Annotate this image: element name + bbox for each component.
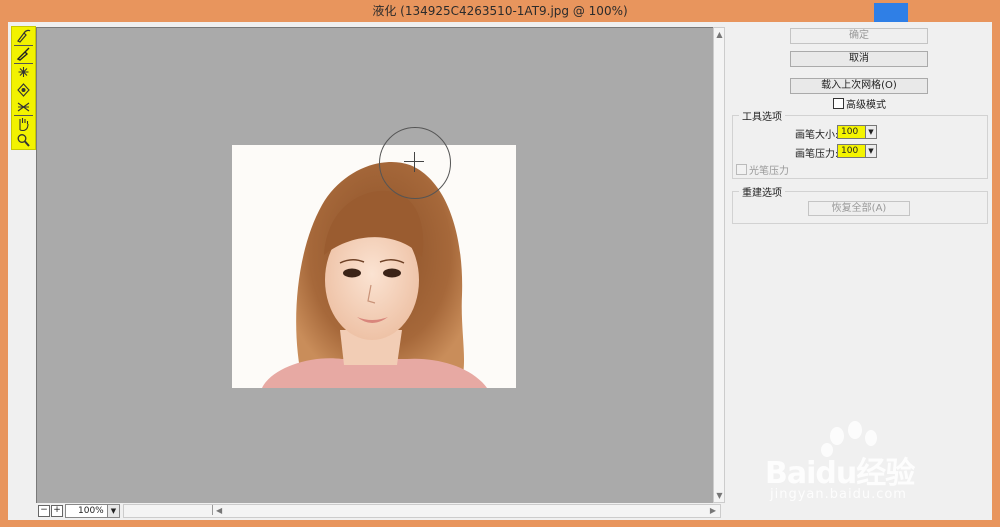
load-last-mesh-button[interactable]: 载入上次网格(O)	[790, 78, 928, 94]
zoom-level-value: 100%	[78, 506, 104, 516]
brush-size-label: 画笔大小:	[795, 130, 839, 141]
advanced-mode-label: 高级模式	[846, 100, 886, 111]
bloat-tool-icon[interactable]	[15, 83, 32, 97]
zoom-bar: − + 100% ▼ ◀ ▶	[36, 503, 725, 518]
tool-options-title: 工具选项	[739, 108, 785, 123]
chevron-down-icon[interactable]: ▼	[865, 126, 876, 138]
chevron-down-icon: ▼	[107, 505, 119, 517]
horizontal-scrollbar[interactable]: ◀ ▶	[123, 504, 721, 518]
scroll-down-icon[interactable]: ▼	[715, 491, 724, 500]
window-title: 液化 (134925C4263510-1AT9.jpg @ 100%)	[0, 0, 1000, 22]
vertical-scrollbar[interactable]: ▲ ▼	[713, 27, 725, 503]
tool-options-group: 工具选项 画笔大小: 100 ▼ 画笔压力: 100 ▼ 光笔压力	[732, 108, 988, 179]
stylus-pressure-label: 光笔压力	[749, 166, 789, 177]
crosshair-horizontal	[404, 161, 424, 162]
crosshair-vertical	[414, 152, 415, 172]
brush-size-input[interactable]: 100 ▼	[837, 125, 877, 139]
checkbox-box[interactable]	[833, 98, 844, 109]
ok-button[interactable]: 确定	[790, 28, 928, 44]
preview-image[interactable]	[232, 145, 516, 388]
stylus-pressure-checkbox[interactable]: 光笔压力	[736, 162, 789, 177]
chevron-down-icon[interactable]: ▼	[865, 145, 876, 157]
pucker-tool-icon[interactable]	[15, 65, 32, 79]
brush-pressure-value: 100	[841, 146, 859, 156]
brush-pressure-input[interactable]: 100 ▼	[837, 144, 877, 158]
watermark-brand: Baidu经验	[765, 456, 915, 491]
scroll-left-icon[interactable]: ◀	[216, 505, 222, 516]
hand-tool-icon[interactable]	[15, 117, 32, 131]
brush-size-value: 100	[841, 127, 859, 137]
brush-cursor	[379, 127, 451, 199]
zoom-in-button[interactable]: +	[51, 505, 63, 517]
zoom-tool-icon[interactable]	[15, 133, 32, 147]
tool-palette	[11, 26, 36, 150]
brush-pressure-label: 画笔压力:	[795, 149, 839, 160]
scrollbar-thumb[interactable]	[124, 505, 213, 515]
reconstruct-options-group: 重建选项 恢复全部(A)	[732, 184, 988, 224]
push-left-tool-icon[interactable]	[15, 100, 32, 114]
cancel-button[interactable]: 取消	[790, 51, 928, 67]
reconstruct-options-title: 重建选项	[739, 184, 785, 199]
scroll-up-icon[interactable]: ▲	[715, 30, 724, 39]
forward-warp-tool-icon[interactable]	[15, 29, 32, 43]
restore-all-button[interactable]: 恢复全部(A)	[808, 201, 910, 216]
advanced-mode-checkbox[interactable]: 高级模式	[833, 96, 886, 111]
scroll-right-icon[interactable]: ▶	[710, 505, 716, 516]
reconstruct-tool-icon[interactable]	[15, 47, 32, 61]
preview-canvas[interactable]	[36, 27, 715, 505]
watermark-url: jingyan.baidu.com	[770, 487, 907, 502]
checkbox-box[interactable]	[736, 164, 747, 175]
zoom-out-button[interactable]: −	[38, 505, 50, 517]
zoom-level-select[interactable]: 100% ▼	[65, 504, 120, 518]
